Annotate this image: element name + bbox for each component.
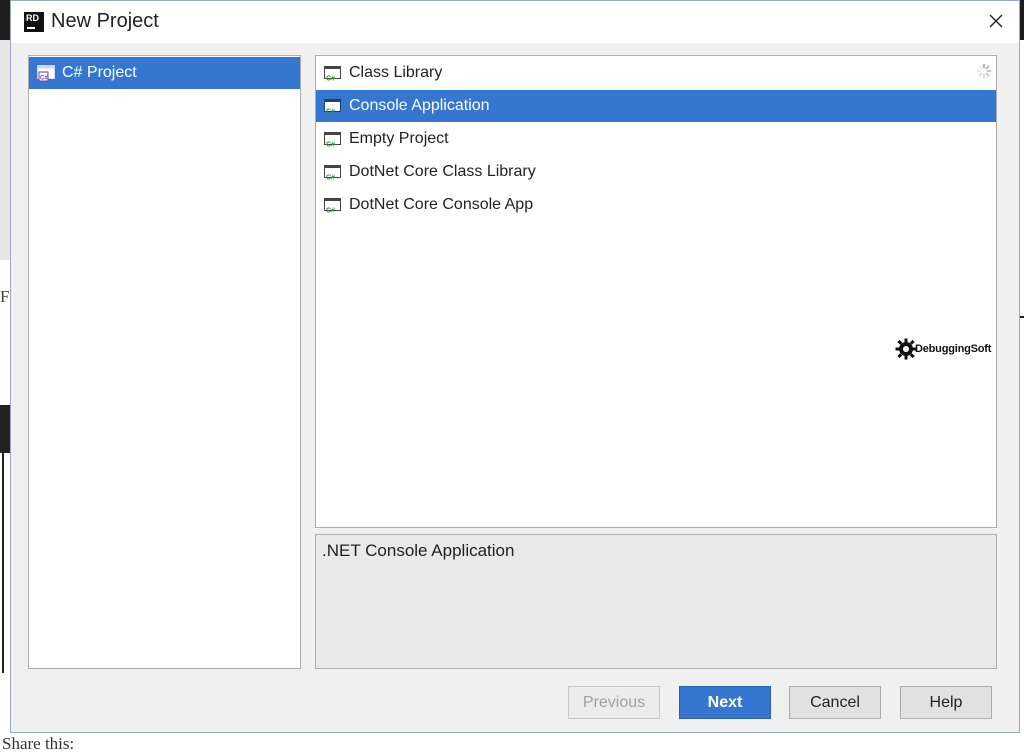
dialog-titlebar[interactable]: RD New Project [11,1,1019,43]
watermark-text: DebuggingSoft [915,343,992,355]
svg-text:C#: C# [326,142,335,149]
csharp-template-icon: C# [323,96,343,116]
template-label: Empty Project [349,130,449,147]
template-dotnet-core-class-library[interactable]: C# DotNet Core Class Library [316,156,996,188]
template-console-application[interactable]: C# Console Application [316,90,996,122]
csharp-project-icon: C# [36,63,56,83]
next-button[interactable]: Next [679,686,771,719]
background-frame [2,453,10,673]
svg-text:C#: C# [40,76,48,82]
csharp-template-icon: C# [323,162,343,182]
svg-text:C#: C# [326,208,335,215]
project-template-list[interactable]: C# Class Library C# Console Application … [315,55,997,528]
template-class-library[interactable]: C# Class Library [316,57,996,89]
previous-button[interactable]: Previous [568,686,660,719]
project-category-list[interactable]: C# C# Project [28,55,301,669]
csharp-template-icon: C# [323,129,343,149]
dialog-title: New Project [51,10,159,32]
new-project-dialog: RD New Project C# C# Project C# Class Li… [10,0,1020,733]
svg-text:C#: C# [326,109,335,116]
close-icon [989,14,1003,28]
template-label: DotNet Core Class Library [349,163,536,180]
csharp-template-icon: C# [323,195,343,215]
share-this-heading: Share this: [2,734,75,753]
cancel-button[interactable]: Cancel [789,686,881,719]
template-label: Class Library [349,64,443,81]
template-description-panel: .NET Console Application [315,534,997,669]
gear-icon [895,338,917,360]
category-csharp-project[interactable]: C# C# Project [29,57,300,89]
category-label: C# Project [62,64,137,81]
background-text-fragment: F [0,287,10,306]
csharp-template-icon: C# [323,63,343,83]
rider-logo-icon: RD [24,12,44,32]
watermark: DebuggingSoft [895,338,991,360]
template-empty-project[interactable]: C# Empty Project [316,123,996,155]
template-description: .NET Console Application [322,541,515,560]
help-button[interactable]: Help [900,686,992,719]
svg-text:C#: C# [326,175,335,182]
template-dotnet-core-console-app[interactable]: C# DotNet Core Console App [316,189,996,221]
template-label: Console Application [349,97,490,114]
close-button[interactable] [973,1,1019,43]
template-label: DotNet Core Console App [349,196,534,213]
svg-text:C#: C# [326,76,335,83]
background-dark-block [0,405,10,453]
loading-spinner-icon [976,63,992,79]
